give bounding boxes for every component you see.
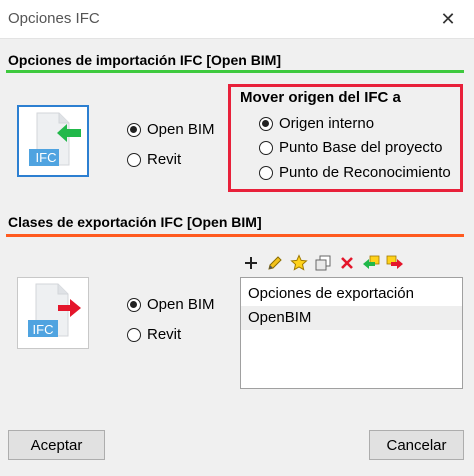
origin-radio-base-point[interactable]: Punto Base del proyecto (259, 139, 442, 156)
radio-checked-icon (127, 122, 141, 137)
ifc-import-tile-label: IFC (35, 150, 57, 165)
import-icon[interactable] (361, 253, 381, 273)
plus-icon[interactable] (241, 253, 261, 273)
title-bar: Opciones IFC ✕ (0, 0, 474, 39)
radio-checked-icon (127, 297, 141, 312)
radio-unchecked-icon (259, 140, 273, 155)
export-icon[interactable] (385, 253, 405, 273)
close-icon[interactable]: ✕ (436, 8, 460, 30)
cancel-button[interactable]: Cancelar (369, 430, 464, 460)
ifc-export-tile-label: IFC (32, 322, 54, 337)
origin-radio-survey-point[interactable]: Punto de Reconocimiento (259, 164, 451, 181)
import-section-header: Opciones de importación IFC [Open BIM] (8, 52, 282, 68)
export-radio-revit[interactable]: Revit (127, 326, 181, 343)
delete-icon[interactable] (337, 253, 357, 273)
radio-unchecked-icon (127, 327, 141, 342)
list-item[interactable]: Opciones de exportación (241, 282, 462, 306)
ifc-import-tile[interactable]: IFC (17, 105, 89, 177)
origin-title: Mover origen del IFC a (240, 89, 401, 106)
import-radio-open-bim[interactable]: Open BIM (127, 121, 215, 138)
duplicate-icon[interactable] (313, 253, 333, 273)
star-icon[interactable] (289, 253, 309, 273)
export-toolbar (241, 253, 405, 273)
import-divider (6, 70, 464, 73)
export-radio-open-bim[interactable]: Open BIM (127, 296, 215, 313)
import-radio-revit[interactable]: Revit (127, 151, 181, 168)
export-section-header: Clases de exportación IFC [Open BIM] (8, 214, 262, 230)
ifc-export-tile[interactable]: IFC (17, 277, 89, 349)
radio-checked-icon (259, 116, 273, 131)
export-divider (6, 234, 464, 237)
export-classes-list[interactable]: Opciones de exportación OpenBIM (240, 277, 463, 389)
list-item[interactable]: OpenBIM (241, 306, 462, 330)
ifc-export-icon (28, 283, 81, 337)
window-title: Opciones IFC (8, 10, 100, 27)
accept-button[interactable]: Aceptar (8, 430, 105, 460)
radio-unchecked-icon (127, 152, 141, 167)
origin-radio-internal[interactable]: Origen interno (259, 115, 374, 132)
pencil-icon[interactable] (265, 253, 285, 273)
radio-unchecked-icon (259, 165, 273, 180)
